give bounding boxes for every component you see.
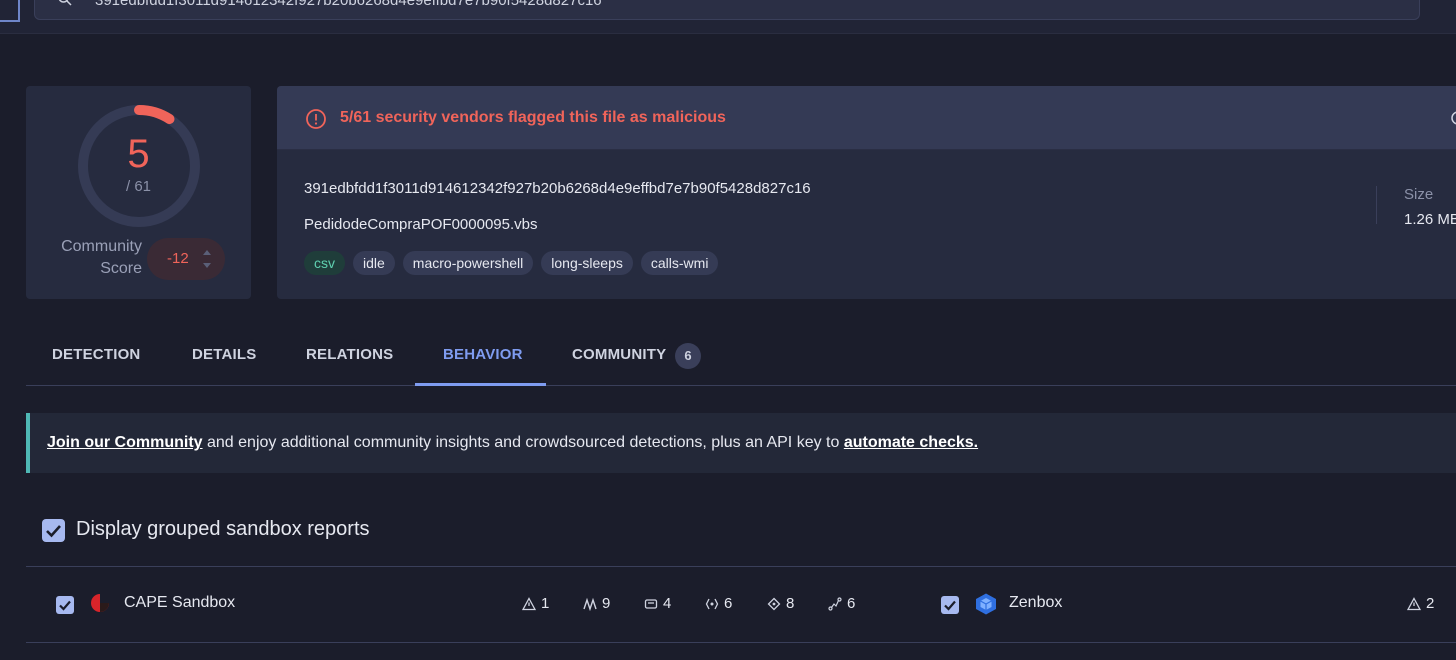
size-label: Size xyxy=(1404,186,1434,203)
detection-count: 5 xyxy=(127,132,150,176)
stat-value: 8 xyxy=(786,595,795,612)
community-score-label: Community Score xyxy=(61,238,142,277)
tab-relations[interactable]: RELATIONS xyxy=(306,346,393,363)
file-hash: 391edbfdd1f3011d914612342f927b20b6268d4e… xyxy=(304,180,811,197)
stat-value: 4 xyxy=(663,595,672,612)
vote-arrows-icon[interactable] xyxy=(201,246,213,272)
zenbox-warnings-stat[interactable]: 2 xyxy=(1407,595,1434,612)
stat-value: 1 xyxy=(541,595,550,612)
community-banner: Join our Community and enjoy additional … xyxy=(26,413,1456,473)
check-icon xyxy=(944,600,956,611)
tag-idle[interactable]: idle xyxy=(353,251,395,275)
stat-value: 6 xyxy=(847,595,856,612)
search-box[interactable]: 391edbfdd1f3011d914612342f927b20b6268d4e… xyxy=(34,0,1420,20)
alert-circle-icon xyxy=(306,109,326,129)
registry-icon xyxy=(767,597,781,610)
zenbox-checkbox[interactable] xyxy=(941,596,959,614)
menu-toggle[interactable] xyxy=(0,0,20,22)
file-name: PedidodeCompraPOF0000095.vbs xyxy=(304,216,538,233)
cape-warnings-stat[interactable]: 1 xyxy=(522,595,549,612)
malicious-alert: 5/61 security vendors flagged this file … xyxy=(277,86,1456,150)
mitre-icon xyxy=(583,597,597,611)
grouped-reports-label: Display grouped sandbox reports xyxy=(76,518,370,540)
stat-value: 9 xyxy=(602,595,611,612)
cape-mitre-stat[interactable]: 9 xyxy=(583,595,610,612)
file-path-icon xyxy=(828,596,842,611)
community-score-value: -12 xyxy=(167,250,189,267)
tab-behavior[interactable]: BEHAVIOR xyxy=(443,346,523,363)
stat-value: 6 xyxy=(724,595,733,612)
detection-total: / 61 xyxy=(125,178,152,195)
tag-csv[interactable]: csv xyxy=(304,251,345,275)
size-divider xyxy=(1376,186,1377,224)
alert-message: 5/61 security vendors flagged this file … xyxy=(340,109,726,126)
tag-calls-wmi[interactable]: calls-wmi xyxy=(640,251,719,275)
warning-icon xyxy=(1407,596,1421,610)
zenbox-name[interactable]: Zenbox xyxy=(1009,594,1062,612)
automate-checks-link[interactable]: automate checks. xyxy=(844,434,978,451)
row-divider xyxy=(26,642,1456,643)
banner-text: Join our Community and enjoy additional … xyxy=(47,434,978,452)
check-icon xyxy=(59,600,71,611)
reanalyze-icon[interactable] xyxy=(1449,110,1456,126)
cape-process-stat[interactable]: 6 xyxy=(705,595,732,612)
tab-community[interactable]: COMMUNITY xyxy=(572,346,666,363)
sandbox-row: CAPE Sandbox 1 9 4 6 8 6 Zenbox 2 xyxy=(26,567,1456,642)
cape-filepath-stat[interactable]: 6 xyxy=(828,595,855,612)
active-tab-indicator xyxy=(415,383,546,386)
network-icon xyxy=(644,598,658,609)
tag-macro-powershell[interactable]: macro-powershell xyxy=(402,251,534,275)
tab-details[interactable]: DETAILS xyxy=(192,346,256,363)
search-icon xyxy=(58,0,72,6)
tag-long-sleeps[interactable]: long-sleeps xyxy=(541,251,633,275)
report-tabs: DETECTION DETAILS RELATIONS BEHAVIOR COM… xyxy=(26,326,1456,386)
size-value: 1.26 MB xyxy=(1404,211,1456,228)
cape-sandbox-logo-icon xyxy=(91,594,109,612)
file-info-card: 5/61 security vendors flagged this file … xyxy=(277,86,1456,299)
cape-registry-stat[interactable]: 8 xyxy=(767,595,794,612)
warning-icon xyxy=(522,596,536,610)
cape-sandbox-checkbox[interactable] xyxy=(56,596,74,614)
cape-sandbox-name[interactable]: CAPE Sandbox xyxy=(124,594,235,612)
check-icon xyxy=(46,525,61,538)
search-input[interactable]: 391edbfdd1f3011d914612342f927b20b6268d4e… xyxy=(95,0,602,9)
cape-network-stat[interactable]: 4 xyxy=(644,595,671,612)
tab-detection[interactable]: DETECTION xyxy=(52,346,140,363)
top-bar: 391edbfdd1f3011d914612342f927b20b6268d4e… xyxy=(0,0,1456,34)
zenbox-logo-icon xyxy=(976,593,996,615)
community-score-control[interactable]: -12 xyxy=(147,238,225,280)
stat-value: 2 xyxy=(1426,595,1435,612)
community-count-badge: 6 xyxy=(675,343,701,369)
file-tags: csv idle macro-powershell long-sleeps ca… xyxy=(304,251,719,275)
join-community-link[interactable]: Join our Community xyxy=(47,434,203,451)
process-icon xyxy=(705,598,719,609)
grouped-reports-checkbox[interactable] xyxy=(42,519,65,542)
detection-score-card: 5 / 61 Community Score -12 xyxy=(26,86,251,299)
banner-middle-text: and enjoy additional community insights … xyxy=(202,434,844,451)
